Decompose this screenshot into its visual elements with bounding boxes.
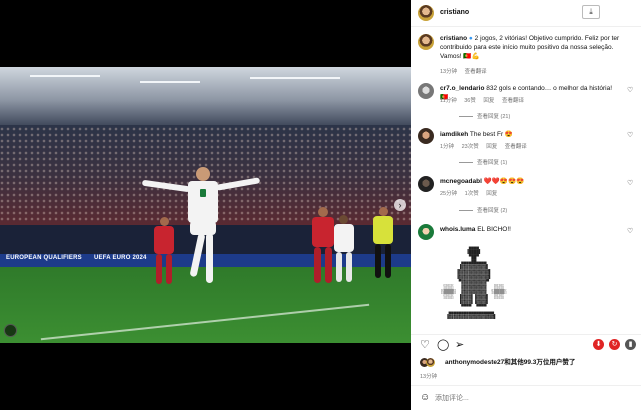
view-replies-link[interactable]: 查看回复 (1) (459, 158, 507, 166)
post-time[interactable]: 13分钟 (420, 372, 437, 380)
referee (370, 207, 400, 287)
more-options-button[interactable]: ⤓ (582, 5, 600, 19)
ascii-art-image: ▄▄▄▄ ▐████▌ ▀██▀ ▄▄▄▄██▄▄▄▄ ▐▓▓▓▓▓▓▓▓▓▓▌… (441, 244, 507, 319)
caption-text: 2 jogos, 2 vitórias! Objetivo cumprido. … (440, 35, 620, 60)
caption: cristiano ● 2 jogos, 2 vitórias! Objetiv… (440, 34, 636, 61)
comment-reply-link[interactable]: 回复 (486, 191, 497, 197)
comment-avatar[interactable] (418, 83, 434, 99)
comment-avatar[interactable] (418, 224, 434, 240)
comment-meta: 1分钟 23次赞 回复 查看翻译 (440, 142, 533, 150)
save-icon[interactable]: ▮ (625, 339, 636, 350)
comment-username[interactable]: iamdikeh (440, 131, 468, 138)
comment-meta: 25分钟 1次赞 回复 (440, 189, 503, 197)
teammate-player (332, 215, 358, 285)
comment-username[interactable]: mcnegoadabl (440, 178, 482, 185)
comment-text: The best Fr 😍 (469, 131, 514, 138)
likes-summary[interactable]: anthonymodeste27和其他99.3万位用户赞了 (445, 358, 575, 367)
roof-light (250, 77, 340, 79)
comment-heart-icon[interactable]: ♡ (627, 179, 633, 187)
header-divider (411, 26, 641, 27)
comment-input[interactable] (435, 392, 585, 404)
roof-light (140, 81, 200, 83)
opponent-player (150, 217, 186, 287)
photo-viewer: EUROPEAN QUALIFIERS UEFA EURO 2024 › (0, 0, 411, 410)
comment-text: ❤️❤️😍😍😍 (483, 178, 525, 185)
comment-heart-icon[interactable]: ♡ (627, 86, 633, 94)
post-photo[interactable]: EUROPEAN QUALIFIERS UEFA EURO 2024 (0, 67, 411, 343)
comment-text-block: mcnegoadabl ❤️❤️😍😍😍 (440, 177, 620, 186)
author-username[interactable]: cristiano (440, 9, 469, 16)
caption-verified-icon: ● (468, 35, 473, 42)
comment-likes[interactable]: 23次赞 (462, 144, 479, 150)
liker-avatar[interactable] (426, 358, 435, 367)
comment-username[interactable]: whois.luma (440, 226, 475, 233)
download-icon[interactable]: ⬇ (593, 339, 604, 350)
caption-meta: 13分钟 查看翻译 (440, 67, 493, 75)
caption-username[interactable]: cristiano (440, 35, 467, 42)
view-replies-link[interactable]: 查看回复 (2) (459, 206, 507, 214)
post-panel: cristiano ⤓ cristiano ● 2 jogos, 2 vitór… (411, 0, 641, 410)
view-replies-link[interactable]: 查看回复 (21) (459, 112, 510, 120)
comment-text-block: whois.luma EL BICHO!! (440, 225, 620, 234)
comment-icon[interactable]: ◯ (437, 338, 449, 352)
author-avatar[interactable] (418, 5, 434, 21)
comment-heart-icon[interactable]: ♡ (627, 131, 633, 139)
comment-text-block: iamdikeh The best Fr 😍 (440, 130, 620, 139)
caption-translate-link[interactable]: 查看翻译 (465, 69, 487, 75)
comment-likes[interactable]: 1次赞 (465, 191, 479, 197)
comment-reply-link[interactable]: 回复 (483, 98, 494, 104)
comment-translate-link[interactable]: 查看翻译 (505, 144, 527, 150)
comment-avatar[interactable] (418, 128, 434, 144)
tagged-users-icon[interactable] (4, 324, 17, 337)
action-bar: ♡ ◯ ➢ ⬇ ↻ ▮ (411, 338, 641, 354)
roof-light (30, 75, 100, 77)
actions-divider (411, 334, 641, 335)
comment-likes[interactable]: 36赞 (464, 98, 476, 104)
heart-icon[interactable]: ♡ (420, 338, 430, 352)
comment-username[interactable]: cr7.o_lendario (440, 85, 484, 92)
emoji-icon[interactable]: ☺ (420, 392, 430, 403)
comment-translate-link[interactable]: 查看翻译 (502, 98, 524, 104)
ad-text-mid: UEFA EURO 2024 (94, 255, 147, 261)
comment-meta: 11分钟 36赞 回复 查看翻译 (440, 96, 530, 104)
comment-reply-link[interactable]: 回复 (486, 144, 497, 150)
comment-time: 11分钟 (440, 98, 457, 104)
comment-avatar[interactable] (418, 176, 434, 192)
comment-time: 1分钟 (440, 144, 455, 150)
caption-avatar[interactable] (418, 34, 434, 50)
ad-text-left: EUROPEAN QUALIFIERS (6, 255, 82, 261)
comment-time: 25分钟 (440, 191, 458, 197)
repost-icon[interactable]: ↻ (609, 339, 620, 350)
comment-text: EL BICHO!! (477, 226, 511, 233)
add-comment-bar: ☺ (411, 385, 641, 410)
next-photo-button[interactable]: › (394, 199, 406, 211)
caption-time: 13分钟 (440, 69, 458, 75)
share-icon[interactable]: ➢ (455, 338, 464, 352)
comment-heart-icon[interactable]: ♡ (627, 227, 633, 235)
